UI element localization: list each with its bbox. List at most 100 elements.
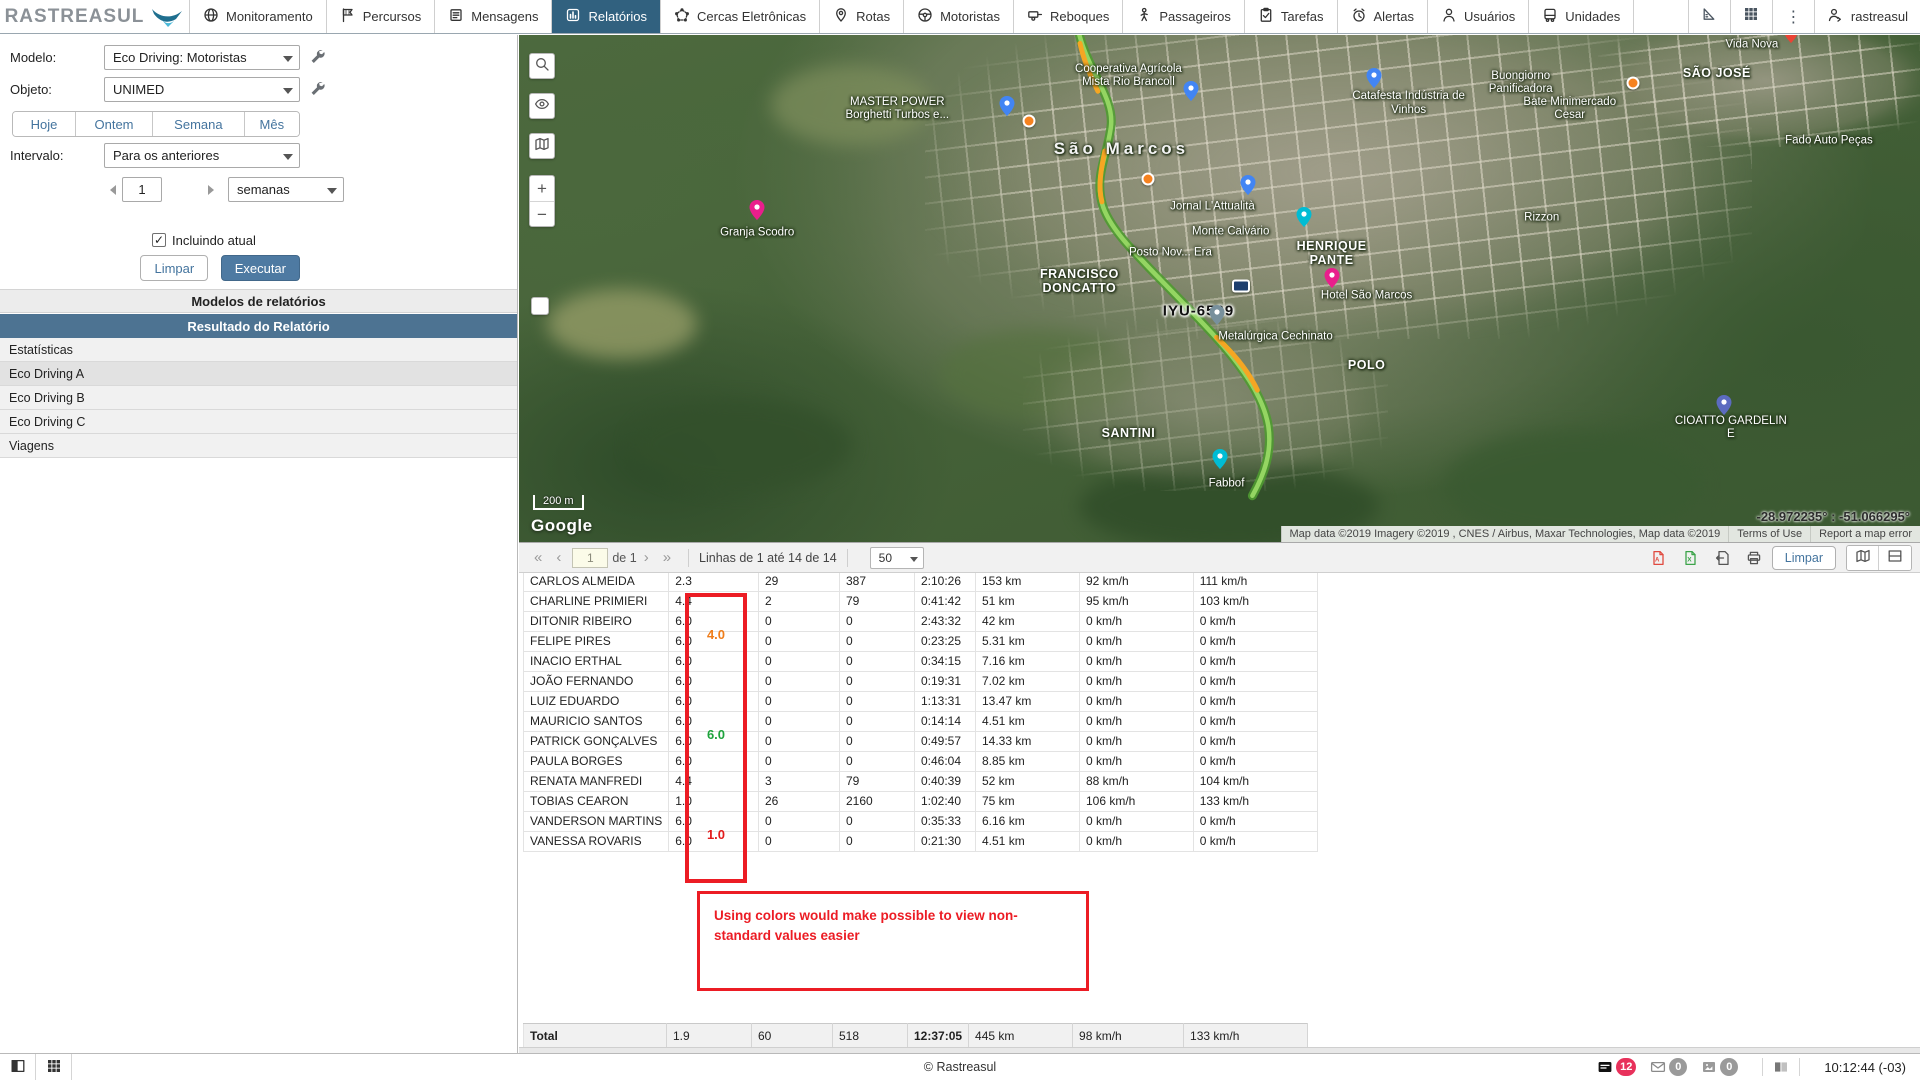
tab-tarefas[interactable]: Tarefas — [1245, 0, 1338, 33]
interval-count-input[interactable]: 1 — [122, 177, 162, 202]
map-search-button[interactable] — [529, 53, 555, 79]
tab-alertas[interactable]: Alertas — [1338, 0, 1428, 33]
clear-button[interactable]: Limpar — [140, 255, 208, 281]
tab-reboques[interactable]: Reboques — [1014, 0, 1123, 33]
result-item-estatísticas[interactable]: Estatísticas — [0, 338, 517, 362]
table-row[interactable]: PATRICK GONÇALVES6.0000:49:5714.33 km0 k… — [524, 731, 1318, 751]
map-canvas[interactable]: Vida NovaSÃO JOSÉBuongiorno Panificadora… — [519, 35, 1920, 542]
table-row[interactable]: VANDERSON MARTINS6.0000:35:336.16 km0 km… — [524, 811, 1318, 831]
result-item-eco-driving-a[interactable]: Eco Driving A — [0, 362, 517, 386]
execute-button[interactable]: Executar — [221, 255, 300, 281]
modelo-config-wrench-icon[interactable] — [309, 48, 329, 68]
report-result-header[interactable]: Resultado do Relatório — [0, 314, 517, 338]
report-result-list: EstatísticasEco Driving AEco Driving BEc… — [0, 338, 517, 458]
report-map-error-link[interactable]: Report a map error — [1810, 526, 1920, 542]
zoom-out-button[interactable]: − — [530, 202, 554, 228]
page-number-input[interactable]: 1 — [572, 548, 608, 568]
table-cell: 88 km/h — [1080, 771, 1194, 791]
export-file-icon[interactable] — [1708, 546, 1736, 570]
table-row[interactable]: INACIO ERTHAL6.0000:34:157.16 km0 km/h0 … — [524, 651, 1318, 671]
status-image-item[interactable]: 0 — [1701, 1058, 1738, 1076]
panel-layout-icon[interactable] — [1773, 1059, 1789, 1075]
table-row[interactable]: CHARLINE PRIMIERI4.42790:41:4251 km95 km… — [524, 591, 1318, 611]
first-page-icon[interactable]: « — [527, 549, 549, 566]
poi-marker[interactable] — [1784, 35, 1799, 48]
tab-passageiros[interactable]: Passageiros — [1123, 0, 1245, 33]
user-menu[interactable]: rastreasul — [1814, 0, 1920, 33]
export-excel-icon[interactable]: X — [1676, 546, 1704, 570]
event-marker[interactable] — [1626, 77, 1639, 90]
table-row[interactable]: VANESSA ROVARIS6.0000:21:304.51 km0 km/h… — [524, 831, 1318, 851]
map-selection-tool[interactable] — [531, 297, 549, 315]
tab-mensagens[interactable]: Mensagens — [435, 0, 552, 33]
print-icon[interactable] — [1740, 546, 1768, 570]
result-item-viagens[interactable]: Viagens — [0, 434, 517, 458]
poi-marker[interactable] — [1212, 449, 1227, 474]
result-item-eco-driving-c[interactable]: Eco Driving C — [0, 410, 517, 434]
sidebar-toggle-icon[interactable] — [0, 1054, 36, 1080]
zoom-in-button[interactable]: + — [530, 176, 554, 202]
result-item-eco-driving-b[interactable]: Eco Driving B — [0, 386, 517, 410]
terms-of-use-link[interactable]: Terms of Use — [1728, 526, 1810, 542]
increment-arrow-icon[interactable] — [208, 185, 214, 195]
measure-tool-icon[interactable] — [1688, 0, 1730, 33]
poi-marker[interactable] — [750, 200, 765, 225]
interval-unit-select[interactable]: semanas — [228, 177, 344, 202]
poi-marker[interactable] — [1240, 175, 1255, 200]
split-view-toggle[interactable] — [1879, 546, 1911, 570]
table-row[interactable]: MAURICIO SANTOS6.0000:14:144.51 km0 km/h… — [524, 711, 1318, 731]
grid-clear-button[interactable]: Limpar — [1772, 546, 1836, 570]
prev-page-icon[interactable]: ‹ — [549, 549, 568, 566]
intervalo-select[interactable]: Para os anteriores — [104, 143, 300, 168]
poi-marker[interactable] — [1296, 207, 1311, 232]
tab-usuários[interactable]: Usuários — [1428, 0, 1529, 33]
tab-relatórios[interactable]: Relatórios — [552, 0, 661, 33]
last-page-icon[interactable]: » — [656, 549, 678, 566]
modules-grid-icon[interactable] — [36, 1054, 72, 1080]
quick-range-hoje[interactable]: Hoje — [13, 112, 76, 136]
modelo-select[interactable]: Eco Driving: Motoristas — [104, 45, 300, 70]
table-row[interactable]: JOÃO FERNANDO6.0000:19:317.02 km0 km/h0 … — [524, 671, 1318, 691]
include-current-checkbox[interactable]: ✓ — [152, 233, 166, 247]
map-view-toggle[interactable] — [1847, 546, 1879, 570]
map-visibility-button[interactable] — [529, 93, 555, 119]
vehicle-marker[interactable] — [1232, 279, 1250, 292]
poi-marker[interactable] — [1716, 395, 1731, 420]
table-row[interactable]: LUIZ EDUARDO6.0001:13:3113.47 km0 km/h0 … — [524, 691, 1318, 711]
poi-marker[interactable] — [1366, 68, 1381, 93]
table-row[interactable]: DITONIR RIBEIRO6.0002:43:3242 km0 km/h0 … — [524, 611, 1318, 631]
decrement-arrow-icon[interactable] — [110, 185, 116, 195]
map-layers-button[interactable] — [529, 133, 555, 159]
table-row[interactable]: RENATA MANFREDI4.43790:40:3952 km88 km/h… — [524, 771, 1318, 791]
hotel-marker[interactable] — [1324, 268, 1339, 293]
report-models-header[interactable]: Modelos de relatórios — [0, 289, 517, 313]
quick-range-mês[interactable]: Mês — [245, 112, 299, 136]
tab-monitoramento[interactable]: Monitoramento — [190, 0, 327, 33]
tab-cercas-eletrônicas[interactable]: Cercas Eletrônicas — [661, 0, 820, 33]
tab-motoristas[interactable]: Motoristas — [904, 0, 1014, 33]
tab-percursos[interactable]: Percursos — [327, 0, 436, 33]
table-row[interactable]: TOBIAS CEARON1.02621601:02:4075 km106 km… — [524, 791, 1318, 811]
objeto-select[interactable]: UNIMED — [104, 77, 300, 102]
status-mail-item[interactable]: 0 — [1650, 1058, 1687, 1076]
poi-marker[interactable] — [999, 96, 1014, 121]
export-pdf-icon[interactable]: A — [1644, 546, 1672, 570]
next-page-icon[interactable]: › — [637, 549, 656, 566]
table-row[interactable]: FELIPE PIRES6.0000:23:255.31 km0 km/h0 k… — [524, 631, 1318, 651]
apps-grid-icon[interactable] — [1730, 0, 1772, 33]
event-marker[interactable] — [1022, 115, 1035, 128]
tab-rotas[interactable]: Rotas — [820, 0, 904, 33]
tab-unidades[interactable]: Unidades — [1529, 0, 1634, 33]
event-marker[interactable] — [1142, 173, 1155, 186]
quick-range-semana[interactable]: Semana — [153, 112, 245, 136]
objeto-config-wrench-icon[interactable] — [309, 80, 329, 100]
page-size-select[interactable]: 50 — [870, 547, 924, 569]
status-card-item[interactable]: 12 — [1597, 1058, 1636, 1076]
table-cell: 0 km/h — [1080, 611, 1194, 631]
more-menu-icon[interactable]: ⋮ — [1772, 0, 1814, 33]
table-row[interactable]: PAULA BORGES6.0000:46:048.85 km0 km/h0 k… — [524, 751, 1318, 771]
quick-range-ontem[interactable]: Ontem — [76, 112, 153, 136]
poi-marker[interactable] — [1184, 81, 1199, 106]
table-row[interactable]: CARLOS ALMEIDA2.3293872:10:26153 km92 km… — [524, 571, 1318, 591]
poi-marker[interactable] — [1209, 305, 1224, 330]
